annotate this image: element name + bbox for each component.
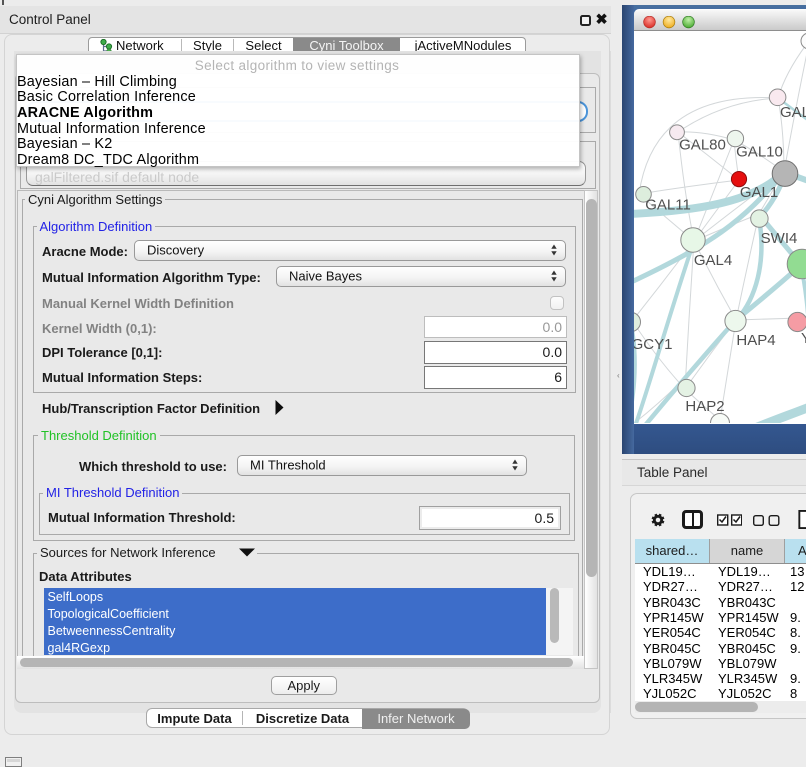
- svg-text:HAP2: HAP2: [685, 398, 724, 415]
- svg-text:Y: Y: [801, 330, 806, 347]
- svg-text:GAL4: GAL4: [694, 252, 732, 269]
- svg-text:GCY1: GCY1: [634, 336, 672, 353]
- svg-text:GAL2: GAL2: [780, 104, 806, 121]
- svg-text:HAP4: HAP4: [736, 332, 775, 349]
- svg-text:GAL1: GAL1: [740, 184, 778, 201]
- svg-text:GAL10: GAL10: [736, 144, 783, 161]
- svg-text:SWI4: SWI4: [761, 230, 798, 247]
- svg-text:GAL80: GAL80: [679, 137, 726, 154]
- svg-text:GAL11: GAL11: [645, 197, 691, 214]
